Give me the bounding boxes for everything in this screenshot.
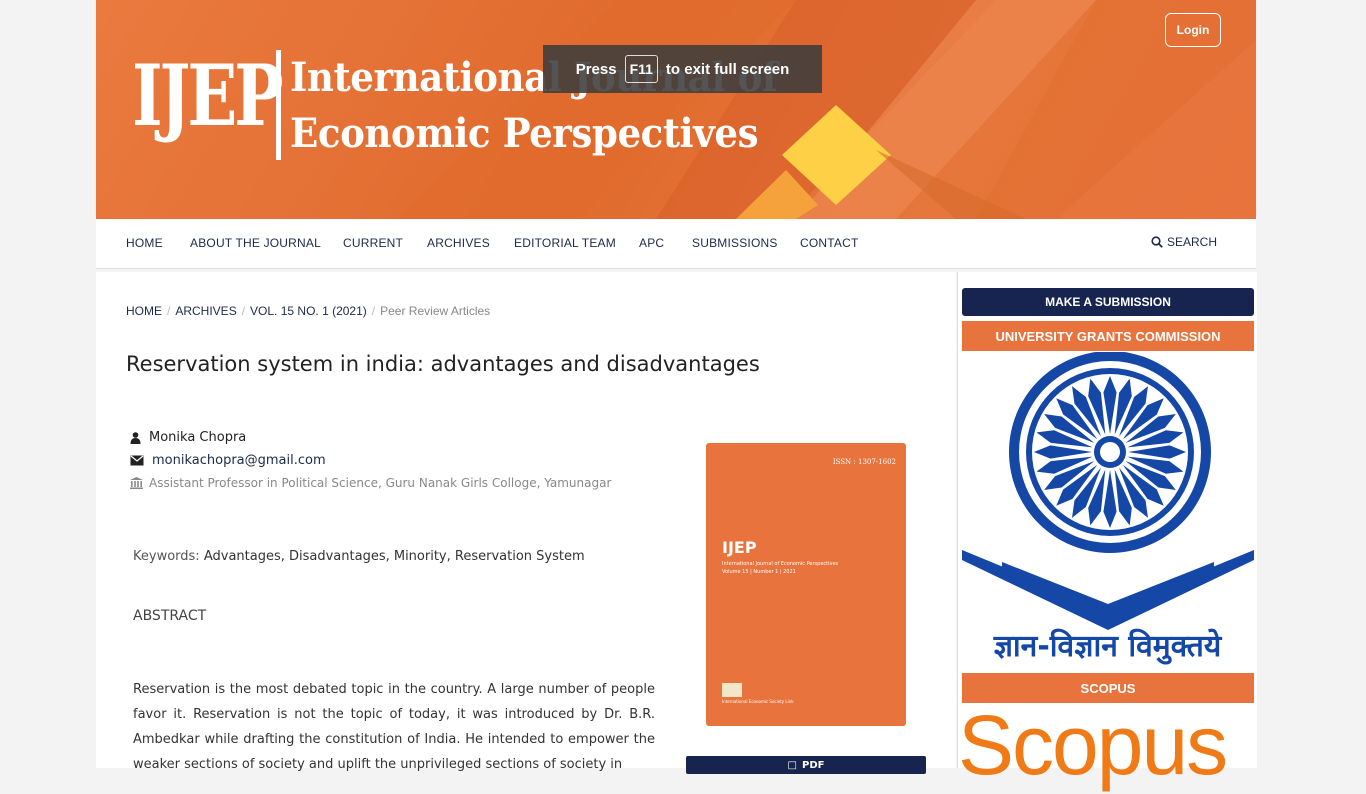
keywords-values: Advantages, Disadvantages, Minority, Res…: [203, 549, 585, 564]
logo-divider: [276, 50, 281, 160]
cover-volume: Volume 15 | Number 1 | 2021: [722, 569, 796, 575]
article-content: HOME / ARCHIVES / VOL. 15 NO. 1 (2021) / Peer …: [96, 272, 956, 774]
search-label: SEARCH: [1167, 235, 1218, 249]
abstract-heading: ABSTRACT: [133, 608, 207, 624]
cover-subtitle: International Journal of Economic Perspe…: [722, 560, 838, 576]
breadcrumb: HOME / ARCHIVES / VOL. 15 NO. 1 (2021) / Peer …: [126, 304, 491, 318]
ugc-motto: ज्ञान-विज्ञान विमुक्तये: [993, 629, 1222, 664]
affiliation-text: Assistant Professor in Political Science…: [149, 476, 612, 490]
cover-logo: [722, 683, 742, 697]
main-nav: HOME ABOUT THE JOURNAL CURRENT ARCHIVES …: [96, 219, 1256, 269]
user-icon: [130, 431, 141, 444]
nav-apc[interactable]: APC: [639, 236, 664, 250]
author: Monika Chopra: [130, 430, 246, 445]
article-title: Reservation system in india: advantages …: [126, 352, 760, 376]
search-icon: [1151, 236, 1163, 248]
toast-key: F11: [624, 55, 658, 83]
toast-prefix: Press: [575, 60, 617, 78]
nav-home[interactable]: HOME: [126, 236, 163, 250]
breadcrumb-home[interactable]: HOME: [126, 304, 162, 318]
file-icon: □: [787, 760, 797, 771]
breadcrumb-current: Peer Review Articles: [380, 304, 491, 318]
scopus-logo[interactable]: Scopus: [958, 697, 1228, 794]
breadcrumb-archives[interactable]: ARCHIVES: [175, 304, 236, 318]
ugc-heading: UNIVERSITY GRANTS COMMISSION: [962, 321, 1254, 351]
logo-abbreviation: IJEP: [132, 46, 284, 145]
nav-submissions[interactable]: SUBMISSIONS: [692, 236, 778, 250]
nav-search[interactable]: SEARCH: [1151, 235, 1217, 249]
author-name: Monika Chopra: [149, 430, 247, 445]
keywords-label: Keywords:: [133, 549, 200, 564]
keywords: Keywords: Advantages, Disadvantages, Min…: [133, 549, 585, 564]
nav-archives[interactable]: ARCHIVES: [427, 236, 490, 250]
nav-editorial-team[interactable]: EDITORIAL TEAM: [514, 236, 616, 250]
page: IJEP International Journal of Economic P…: [96, 0, 1257, 792]
author-email-link[interactable]: monikachopra@gmail.com: [152, 453, 326, 468]
pdf-label: PDF: [801, 760, 825, 771]
nav-about[interactable]: ABOUT THE JOURNAL: [190, 236, 321, 250]
sidebar: MAKE A SUBMISSION UNIVERSITY GRANTS COMM…: [957, 272, 1257, 792]
nav-current[interactable]: CURRENT: [343, 236, 403, 250]
author-email: monikachopra@gmail.com: [130, 453, 326, 468]
header-banner: IJEP International Journal of Economic P…: [96, 0, 1256, 219]
breadcrumb-issue[interactable]: VOL. 15 NO. 1 (2021): [250, 304, 367, 318]
login-button[interactable]: Login: [1165, 13, 1221, 47]
toast-suffix: to exit full screen: [665, 60, 790, 78]
cover-issn: ISSN : 1307-1602: [832, 458, 896, 466]
issue-cover[interactable]: ISSN : 1307-1602 IJEP International Jour…: [706, 443, 906, 726]
cover-footer: International Economic Society Link: [722, 699, 794, 704]
fullscreen-toast: Press F11 to exit full screen: [543, 45, 822, 93]
author-affiliation: Assistant Professor in Political Science…: [130, 476, 611, 490]
make-submission-button[interactable]: MAKE A SUBMISSION: [962, 288, 1254, 316]
abstract-text: Reservation is the most debated topic in…: [133, 682, 655, 772]
pdf-download-button[interactable]: □ PDF: [686, 756, 926, 774]
institution-icon: [130, 477, 143, 489]
journal-title-line2: Economic Perspectives: [290, 110, 759, 157]
nav-contact[interactable]: CONTACT: [800, 236, 859, 250]
cover-title: IJEP: [722, 538, 757, 557]
envelope-icon: [130, 455, 144, 466]
cover-journal-name: International Journal of Economic Perspe…: [722, 561, 839, 567]
